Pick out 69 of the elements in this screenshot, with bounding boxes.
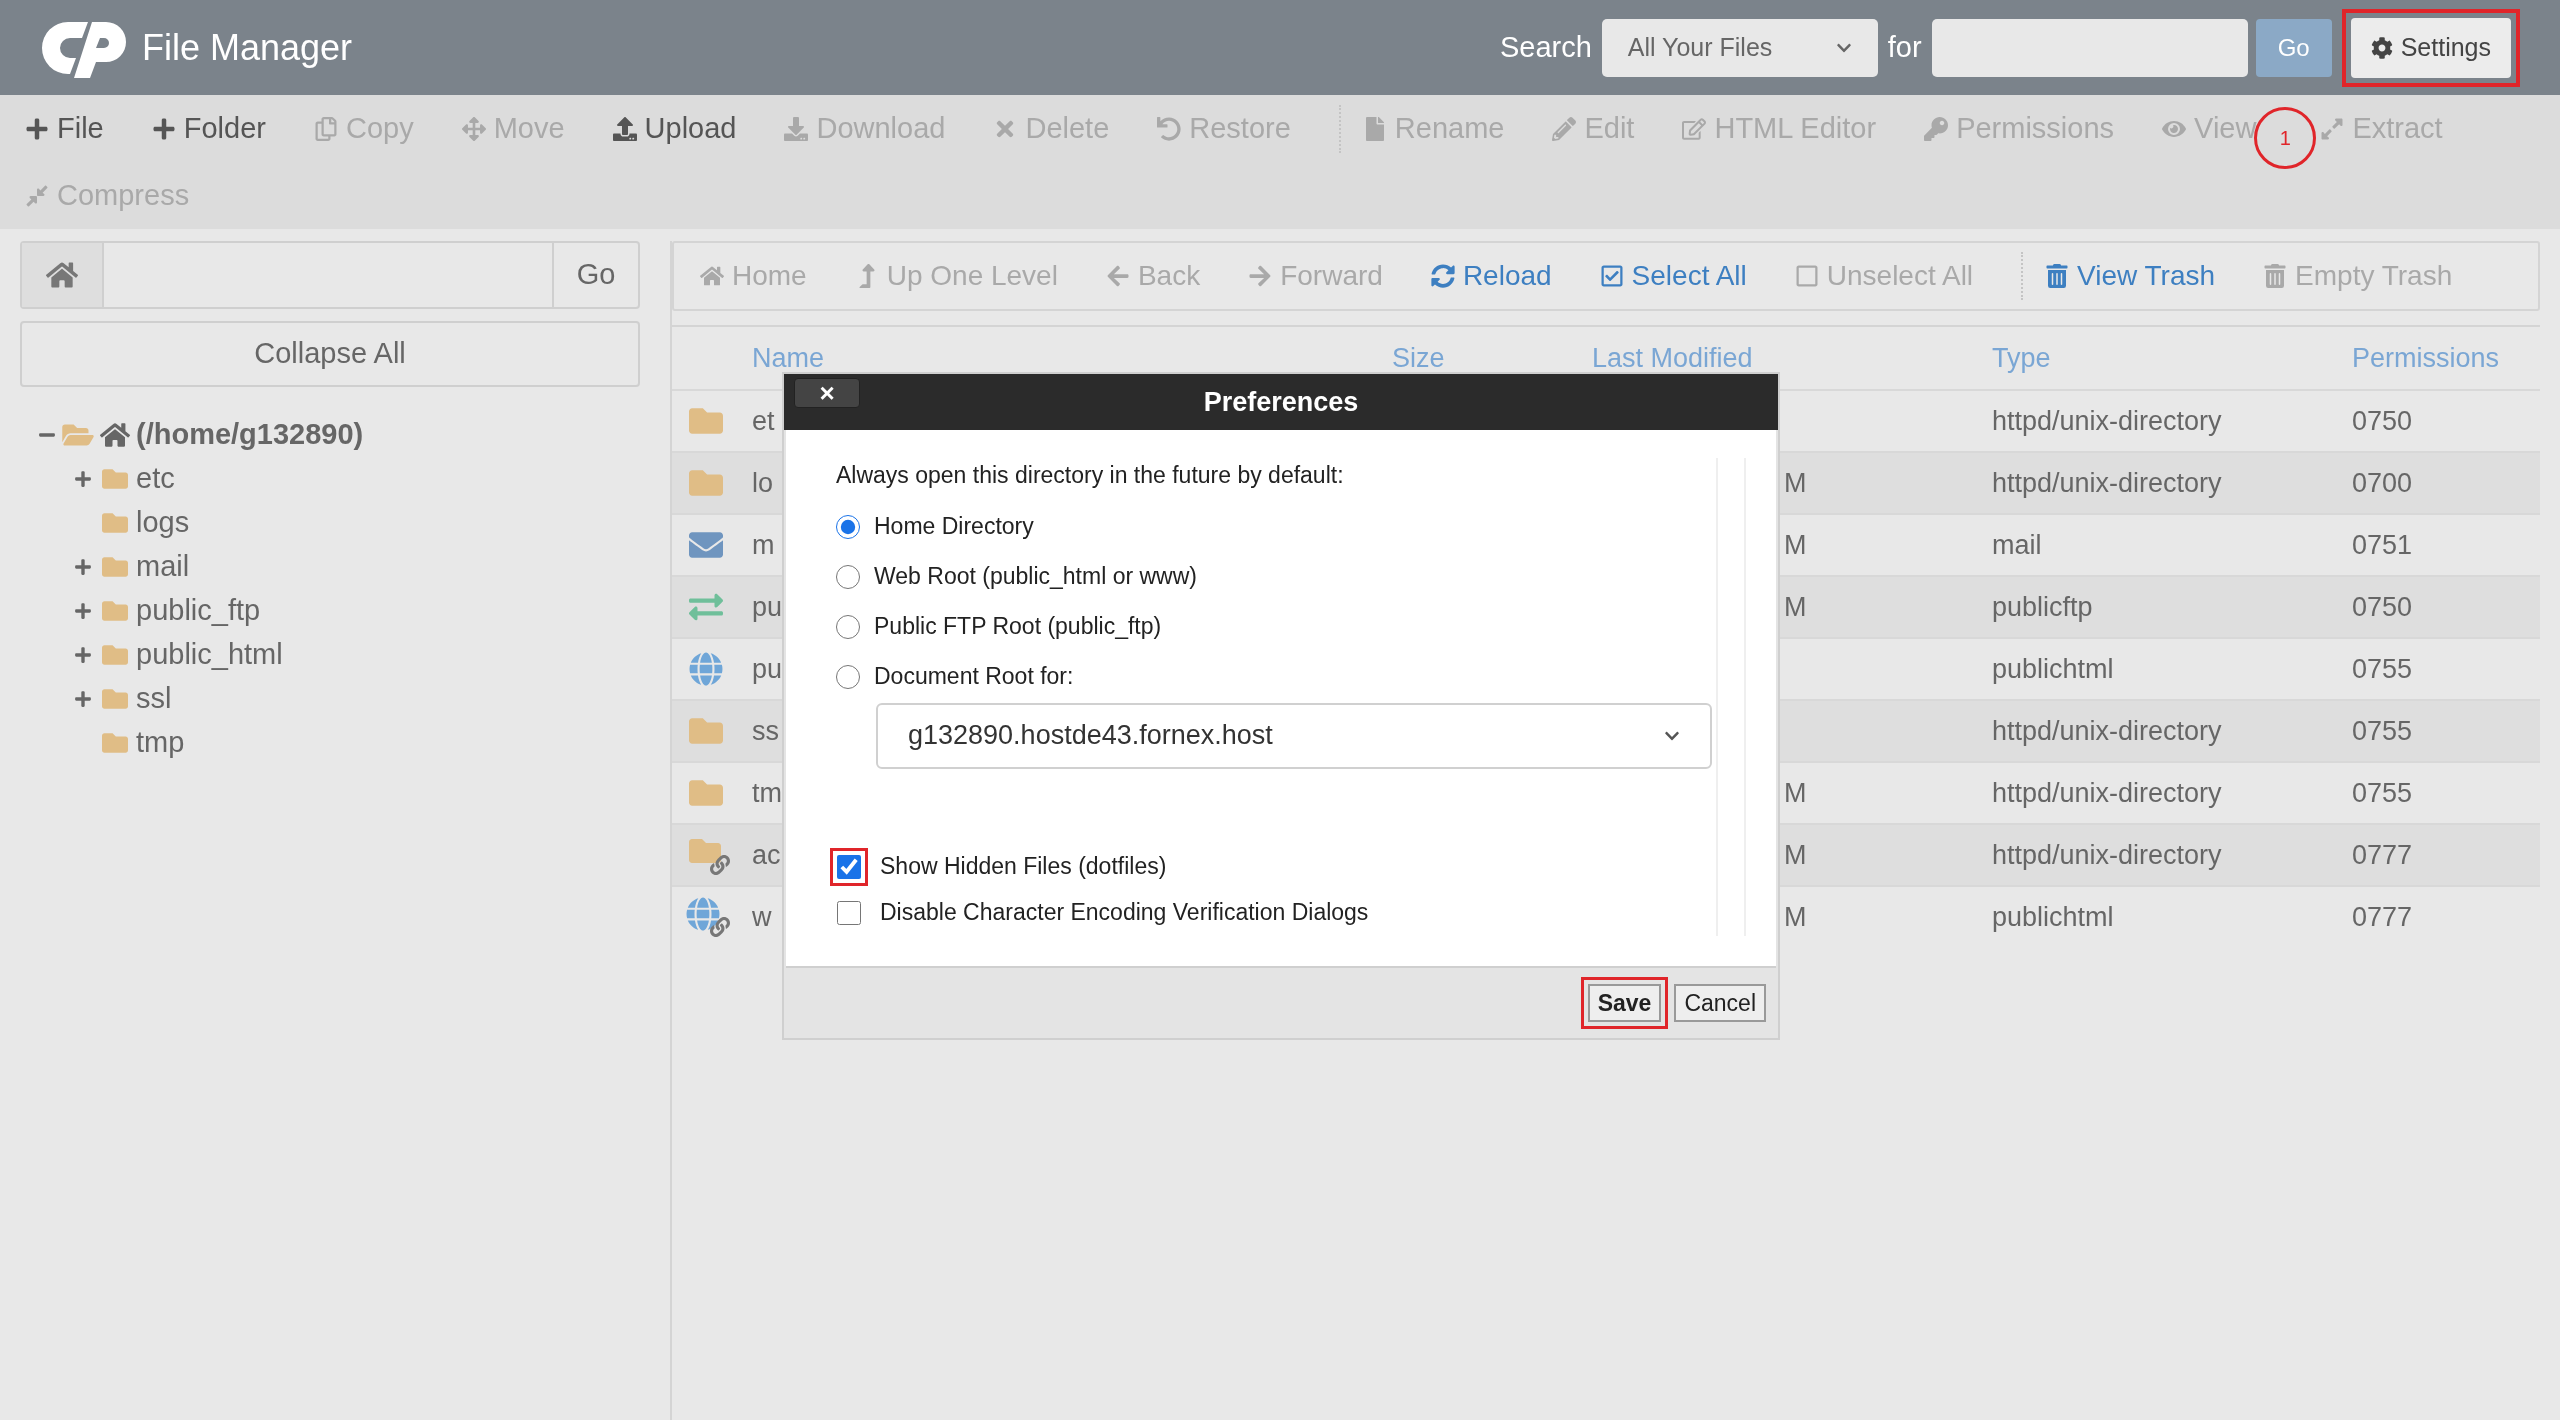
- table-cell-text: 0777: [2352, 900, 2413, 934]
- table-cell-text: 0755: [2352, 714, 2413, 748]
- table-cell-text: M: [1784, 590, 1807, 624]
- table-cell-text: mail: [1992, 528, 2043, 562]
- toolbar-button[interactable]: Upload: [612, 106, 737, 151]
- collapse-all-button[interactable]: Collapse All: [20, 321, 640, 387]
- table-cell-text: 0750: [2352, 404, 2413, 438]
- tree-item[interactable]: public_ftp: [136, 589, 261, 633]
- cancel-button[interactable]: Cancel: [1674, 984, 1766, 1022]
- for-label: for: [1887, 29, 1922, 65]
- column-header[interactable]: Type: [1992, 337, 2352, 379]
- tree-item[interactable]: etc: [136, 457, 175, 501]
- table-cell-text: m: [752, 528, 775, 562]
- toolbar-button[interactable]: Select All: [1599, 255, 1747, 297]
- table-cell-text: tm: [752, 776, 782, 810]
- radio-label: Web Root (public_html or www): [874, 562, 1197, 592]
- table-cell-text: M: [1784, 838, 1807, 872]
- toolbar-button[interactable]: File: [25, 106, 104, 151]
- checkbox-label: Show Hidden Files (dotfiles): [880, 852, 1167, 882]
- tree-item[interactable]: mail: [136, 545, 190, 589]
- search-label: Search: [1499, 29, 1592, 65]
- tree-item[interactable]: public_html: [136, 633, 283, 677]
- table-cell-text: M: [1784, 900, 1807, 934]
- toolbar-button[interactable]: Reload: [1430, 255, 1552, 297]
- dialog-title: Preferences: [1203, 385, 1359, 419]
- dialog-prompt: Always open this directory in the future by default:: [836, 461, 1345, 490]
- toolbar-button[interactable]: Folder: [151, 106, 266, 151]
- table-cell-text: 0751: [2352, 528, 2413, 562]
- search-scope-select[interactable]: All Your Files: [1601, 18, 1878, 77]
- table-cell-text: 0755: [2352, 652, 2413, 686]
- table-cell-text: pu: [752, 590, 783, 624]
- table-cell-text: httpd/unix-directory: [1992, 466, 2223, 500]
- settings-button[interactable]: Settings: [2350, 17, 2511, 78]
- radio-label: Public FTP Root (public_ftp): [874, 612, 1162, 642]
- table-cell-text: httpd/unix-directory: [1992, 838, 2223, 872]
- table-cell-text: pu: [752, 652, 783, 686]
- table-cell-text: M: [1784, 528, 1807, 562]
- table-cell-text: M: [1784, 466, 1807, 500]
- radio-label: Document Root for:: [874, 662, 1074, 692]
- table-cell-text: httpd/unix-directory: [1992, 714, 2223, 748]
- table-cell-text: et: [752, 404, 775, 438]
- table-cell-text: w: [752, 900, 772, 934]
- table-cell-text: M: [1784, 776, 1807, 810]
- table-cell-text: ss: [752, 714, 779, 748]
- go-button[interactable]: Go: [2255, 18, 2332, 77]
- table-cell-text: ac: [752, 838, 781, 872]
- table-cell-text: 0777: [2352, 838, 2413, 872]
- toolbar-button[interactable]: View Trash: [2045, 255, 2216, 297]
- app-title: File Manager: [142, 25, 353, 70]
- tree-item[interactable]: ssl: [136, 677, 172, 721]
- table-cell-text: publichtml: [1992, 652, 2115, 686]
- column-header[interactable]: Permissions: [2352, 337, 2500, 379]
- table-cell-text: 0750: [2352, 590, 2413, 624]
- table-cell-text: httpd/unix-directory: [1992, 404, 2223, 438]
- tree-item[interactable]: tmp: [136, 721, 185, 765]
- tree-item[interactable]: logs: [136, 501, 190, 545]
- close-button[interactable]: ×: [794, 378, 860, 408]
- table-cell-text: httpd/unix-directory: [1992, 776, 2223, 810]
- table-cell-text: 0755: [2352, 776, 2413, 810]
- checkbox-label: Disable Character Encoding Verification Dialogs: [880, 898, 1369, 928]
- path-go-button[interactable]: Go: [552, 243, 638, 307]
- save-button[interactable]: Save: [1587, 984, 1662, 1022]
- tree-item[interactable]: (/home/g132890): [136, 413, 364, 457]
- table-cell-text: lo: [752, 466, 773, 500]
- radio-label: Home Directory: [874, 512, 1034, 542]
- table-cell-text: publichtml: [1992, 900, 2115, 934]
- domain-select[interactable]: g132890.hostde43.fornex.host: [876, 702, 1712, 769]
- table-cell-text: 0700: [2352, 466, 2413, 500]
- table-cell-text: publicftp: [1992, 590, 2094, 624]
